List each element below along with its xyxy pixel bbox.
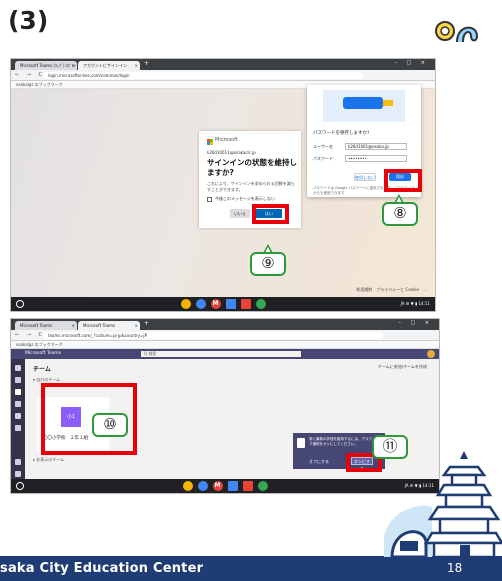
address-bar: ← → C login.microsoftonline.com/common/l… [11,70,435,81]
password-label: パスワード [313,156,333,161]
notification-off-button[interactable]: オフにする [309,459,329,465]
docs-icon[interactable] [227,481,238,491]
notification-text: 常に最新の状態を維持するには、デスクトップ通知をオンにしてください。 [309,437,379,446]
apps-icon[interactable] [15,459,21,465]
dialog-title: サインインの状態を維持しますか? [207,158,297,177]
bookmarks-bar[interactable]: osakalgs のブックマーク [11,341,439,349]
teams-search-input[interactable]: Q 検索 [141,351,301,357]
new-tab-button[interactable]: + [144,60,149,67]
window-controls[interactable]: – □ × [394,60,429,66]
chromeos-shelf: M JA ⚙ ▼ ▮ 14:11 [11,479,439,493]
callout-10: ⑩ [92,413,128,437]
password-field[interactable]: •••••••• [345,155,407,162]
username-label: ユーザー名 [313,144,333,149]
microsoft-logo-icon [207,139,213,145]
organization-name: saka City Education Center [0,561,204,576]
join-create-team-button[interactable]: チームに参加/チームを作成 [378,364,427,370]
never-save-button[interactable]: 使用しない [354,173,376,181]
browser-tab-bar: Microsoft Teams × Microsoft Teams × + – □ … [11,319,439,330]
username-field[interactable]: k26d1001@osaka.jp [345,143,407,150]
browser-tab[interactable]: Microsoft Teams (ｳｪﾌﾞ) ﾛｸﾞｲﾝ × [15,61,77,70]
hidden-teams-section[interactable]: ▸ 非表示のチーム [33,457,64,463]
footer-band: saka City Education Center 18 [0,556,502,581]
callout-9: ⑨ [250,252,286,276]
callout-8: ⑧ [382,202,418,226]
browser-tab-active[interactable]: アカウントにサインイン × [78,61,140,70]
teams-header: Microsoft Teams Q 検索 [11,349,439,359]
page-footer-links[interactable]: 利用規約 プライバシーと Cookie … [356,287,427,293]
docs-icon[interactable] [225,299,236,309]
chat-icon[interactable] [15,377,21,383]
browser-tab-bar: Microsoft Teams (ｳｪﾌﾞ) ﾛｸﾞｲﾝ × アカウントにサインイ… [11,59,435,70]
highlight-save-button [384,169,422,192]
calendar-icon[interactable] [15,413,21,419]
screenshot-signin: Microsoft Teams (ｳｪﾌﾞ) ﾛｸﾞｲﾝ × アカウントにサインイ… [10,58,436,312]
files-icon[interactable] [195,299,206,309]
teams-heading: チーム [33,366,51,373]
dialog-description: これにより、サインインを求められる回数を減らすことができます。 [207,181,295,192]
address-bar: ← → C teams.microsoft.com/_?culture=ja-j… [11,330,439,341]
help-icon[interactable] [15,471,21,477]
files-icon[interactable] [197,481,208,491]
screenshot-teams: Microsoft Teams × Microsoft Teams × + – □ … [10,318,440,494]
play-icon[interactable] [255,299,266,309]
password-key-illustration-icon [323,90,405,122]
account-email: k26d10011@osakaclc.jp [207,150,256,155]
chrome-icon[interactable] [182,481,193,491]
teams-app-title: Microsoft Teams [25,351,62,356]
gmail-icon[interactable]: M [212,481,223,491]
logo-mark-icon [435,21,479,43]
step-number: (3) [8,6,49,35]
more-apps-icon[interactable] [15,425,21,431]
osaka-castle-illustration-icon [384,451,502,557]
system-tray[interactable]: JA ⚙ ▼ ▮ 14:11 [401,299,430,309]
chrome-icon[interactable] [180,299,191,309]
bell-icon [297,438,305,448]
nav-buttons[interactable]: ← → C [15,72,45,78]
new-tab-button[interactable]: + [144,320,149,327]
dont-show-checkbox[interactable]: 今後このメッセージを表示しない [207,196,275,202]
assignments-icon[interactable] [15,401,21,407]
url-input[interactable]: teams.microsoft.com/_?culture=ja-jp&coun… [43,332,383,339]
no-button[interactable]: いいえ [230,209,250,218]
browser-tab-active[interactable]: Microsoft Teams × [78,321,140,330]
youtube-icon[interactable] [242,481,253,491]
teams-app-rail [11,359,25,479]
brand-name: Microsoft [215,137,238,143]
activity-icon[interactable] [15,365,21,371]
url-input[interactable]: login.microsoftonline.com/common/login [43,72,363,79]
gmail-icon[interactable]: M [210,299,221,309]
user-avatar[interactable] [427,350,435,358]
youtube-icon[interactable] [240,299,251,309]
save-password-title: パスワードを保存しますか? [313,131,370,136]
teams-icon[interactable] [15,389,21,395]
chromeos-shelf: M JA ⚙ ▼ ▮ 14:11 [11,297,435,311]
highlight-yes-button [252,204,289,224]
page-number: 18 [447,561,463,575]
browser-tab[interactable]: Microsoft Teams × [15,321,77,330]
slide-page: (3) Microsoft Teams (ｳｪﾌﾞ) ﾛｸﾞｲﾝ × アカウントに… [0,0,502,581]
play-icon[interactable] [257,481,268,491]
nav-buttons[interactable]: ← → C [15,332,45,338]
window-controls[interactable]: – □ × [398,320,433,326]
